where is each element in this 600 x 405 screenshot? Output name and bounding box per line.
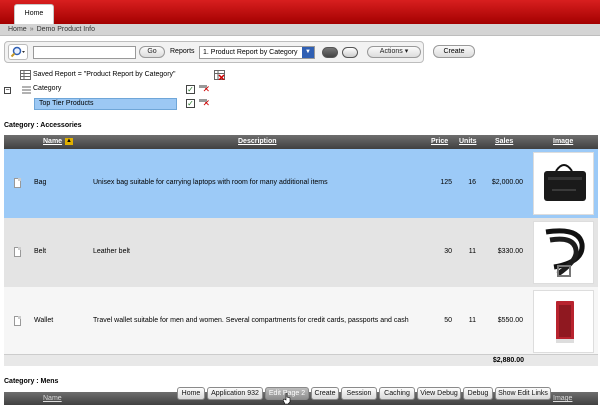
- product-image: [533, 290, 594, 353]
- category-enable-checkbox[interactable]: ✓: [186, 85, 195, 94]
- create-button[interactable]: Create: [433, 45, 475, 58]
- table-header: Name ▲ Description Price Units Sales Ima…: [4, 135, 598, 149]
- hand-cursor-icon: [283, 393, 291, 404]
- product-image: [533, 152, 594, 215]
- column-description[interactable]: Description: [238, 138, 277, 145]
- row-name: Bag: [34, 179, 47, 186]
- category-delete-icon[interactable]: ✕: [199, 84, 210, 95]
- breadcrumb-separator: »: [29, 26, 34, 33]
- column-image[interactable]: Image: [553, 138, 573, 145]
- row-units: 16: [468, 179, 476, 186]
- wallet-image-icon: [556, 301, 574, 343]
- breadcrumb-home[interactable]: Home: [8, 26, 27, 33]
- column-price[interactable]: Price: [431, 138, 448, 145]
- row-units: 11: [468, 317, 476, 324]
- detail-view-icon[interactable]: [342, 47, 358, 58]
- row-name: Belt: [34, 248, 47, 255]
- row-description: Travel wallet suitable for men and women…: [93, 317, 409, 324]
- category-filter-label: Category: [33, 85, 62, 92]
- category-heading: Category : Mens: [4, 378, 59, 385]
- bag-image-icon: [544, 164, 586, 201]
- sort-ascending-icon[interactable]: ▲: [65, 138, 73, 145]
- row-units: 11: [468, 248, 476, 255]
- saved-report-label: Saved Report = "Product Report by Catego…: [33, 71, 176, 78]
- dev-session-button[interactable]: Session: [341, 387, 377, 400]
- product-image: [533, 221, 594, 284]
- table-row[interactable]: Wallet Travel wallet suitable for men an…: [4, 287, 598, 356]
- column-units[interactable]: Units: [459, 138, 477, 145]
- document-icon[interactable]: [14, 247, 21, 257]
- row-price: 30: [444, 248, 452, 255]
- dev-caching-button[interactable]: Caching: [379, 387, 415, 400]
- column-sales[interactable]: Sales: [495, 138, 513, 145]
- row-sales: $550.00: [497, 317, 523, 324]
- top-tier-filter-label[interactable]: Top Tier Products: [34, 98, 177, 110]
- column-image[interactable]: Image: [553, 395, 572, 402]
- caret-down-icon: ▾: [404, 48, 409, 55]
- row-sales: $2,000.00: [491, 179, 523, 186]
- column-name[interactable]: Name: [43, 395, 62, 402]
- reports-select-value: 1. Product Report by Category: [203, 49, 298, 56]
- category-filter-row: − Category ✓ ✕: [4, 84, 210, 96]
- row-description: Leather belt: [93, 248, 130, 255]
- dev-debug-button[interactable]: Debug: [463, 387, 493, 400]
- search-icon: [10, 46, 25, 58]
- reports-select[interactable]: 1. Product Report by Category ▼: [199, 46, 315, 59]
- top-tier-filter-row: Top Tier Products ✓ ✕: [34, 98, 210, 110]
- tab-home[interactable]: Home: [14, 4, 54, 24]
- developer-toolbar: Home Application 932 Edit Page 2 Create …: [174, 387, 554, 401]
- header-bar: Home: [0, 0, 600, 24]
- document-icon[interactable]: [14, 178, 21, 188]
- reports-label: Reports: [170, 48, 195, 55]
- row-description: Unisex bag suitable for carrying laptops…: [93, 179, 328, 186]
- chevron-down-icon: ▼: [302, 47, 314, 58]
- report-grid-icon: [20, 70, 31, 80]
- sort-lines-icon: [22, 86, 31, 94]
- top-tier-enable-checkbox[interactable]: ✓: [186, 99, 195, 108]
- report-view-icon[interactable]: [322, 47, 338, 58]
- category-heading: Category : Accessories: [4, 122, 82, 129]
- row-price: 125: [440, 179, 452, 186]
- sales-total: $2,880.00: [492, 357, 524, 364]
- row-price: 50: [444, 317, 452, 324]
- top-tier-delete-icon[interactable]: ✕: [199, 98, 210, 109]
- dev-create-button[interactable]: Create: [311, 387, 339, 400]
- go-button[interactable]: Go: [139, 46, 165, 58]
- total-row: $2,880.00: [4, 354, 598, 366]
- search-input[interactable]: [33, 46, 136, 59]
- saved-report-row: Saved Report = "Product Report by Catego…: [20, 70, 225, 82]
- search-toolbar: Go Reports 1. Product Report by Category…: [4, 41, 424, 63]
- belt-image-icon: [545, 228, 585, 277]
- breadcrumb-bar: Home» Demo Product Info: [0, 24, 600, 36]
- breadcrumb-current: Demo Product Info: [36, 26, 95, 33]
- breadcrumb: Home» Demo Product Info: [8, 26, 95, 33]
- table-row[interactable]: Belt Leather belt 30 11 $330.00: [4, 218, 598, 287]
- actions-button[interactable]: Actions ▾: [367, 46, 421, 58]
- collapse-icon[interactable]: −: [4, 87, 11, 94]
- document-icon[interactable]: [14, 316, 21, 326]
- grid-delete-icon[interactable]: [214, 70, 225, 80]
- search-column-button[interactable]: [8, 44, 28, 60]
- dev-view-debug-button[interactable]: View Debug: [417, 387, 461, 400]
- column-name[interactable]: Name: [43, 138, 62, 145]
- dev-show-edit-links-button[interactable]: Show Edit Links: [495, 387, 551, 400]
- row-sales: $330.00: [497, 248, 523, 255]
- dev-home-button[interactable]: Home: [177, 387, 205, 400]
- dev-application-button[interactable]: Application 932: [207, 387, 263, 400]
- actions-label: Actions: [379, 48, 403, 55]
- row-name: Wallet: [34, 317, 54, 324]
- table-row[interactable]: Bag Unisex bag suitable for carrying lap…: [4, 149, 598, 218]
